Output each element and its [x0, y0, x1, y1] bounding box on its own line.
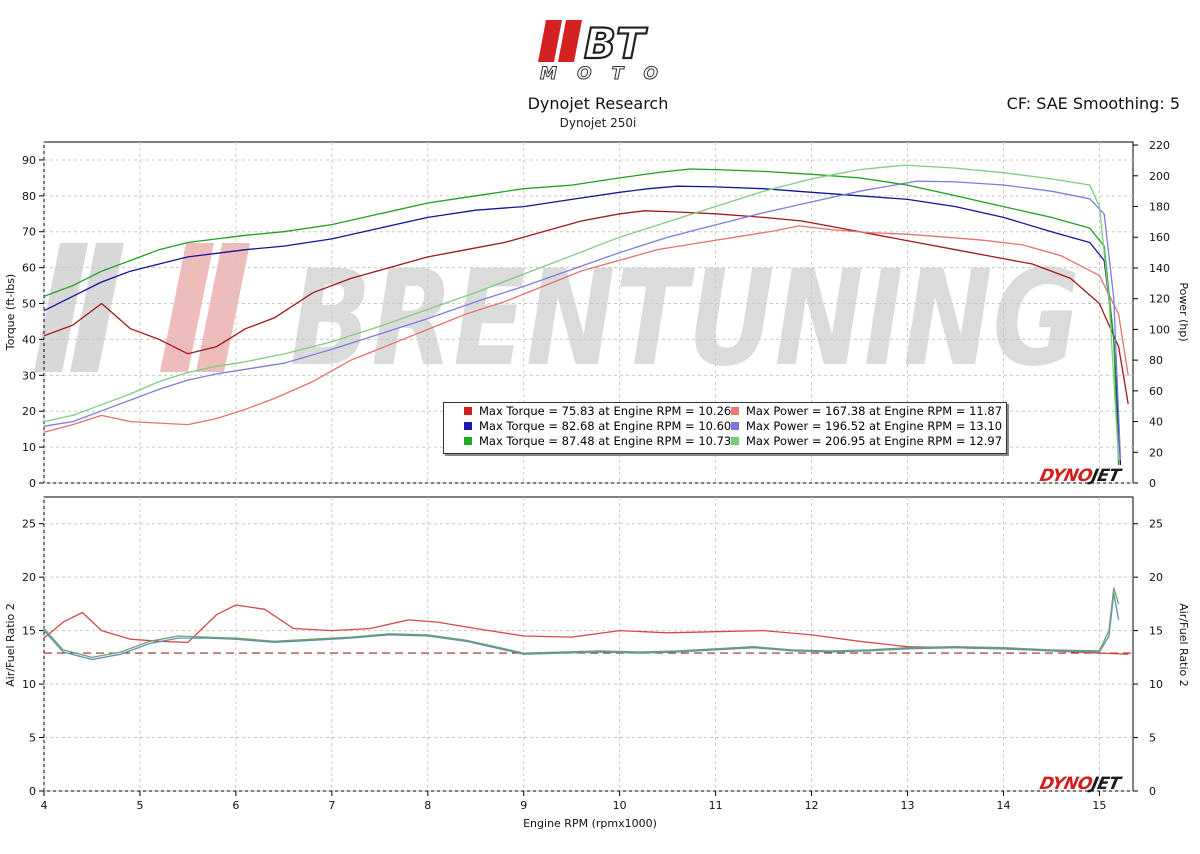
tick-label: 6	[232, 799, 239, 812]
torque-axis-ticks: 0 10 20 30 40 50 60 70 80 90	[22, 154, 44, 490]
legend-swatch	[731, 422, 739, 430]
tick-label: 8	[424, 799, 431, 812]
tick-label: 140	[1149, 262, 1170, 275]
legend-text: Max Torque = 87.48 at Engine RPM = 10.73	[479, 434, 732, 448]
tick-label: 5	[29, 732, 36, 745]
power-axis-ticks: 0 20 40 60 80 100 120 140 160 180 200 220	[1133, 139, 1170, 490]
tick-label: 0	[1149, 785, 1156, 798]
tick-label: 20	[22, 571, 36, 584]
tick-label: 60	[22, 262, 36, 275]
tick-label: 100	[1149, 323, 1170, 336]
legend-item: Max Torque = 82.68 at Engine RPM = 10.60	[464, 419, 731, 434]
legend-swatch	[464, 437, 472, 445]
tick-label: 4	[41, 799, 48, 812]
tick-label: 15	[22, 625, 36, 638]
legend-swatch	[464, 422, 472, 430]
watermark: BRENTUNING	[34, 242, 1080, 396]
tick-label: 0	[1149, 477, 1156, 490]
tick-label: 14	[996, 799, 1010, 812]
legend-swatch	[731, 407, 739, 415]
tick-label: 25	[22, 518, 36, 531]
legend-text: Max Power = 196.52 at Engine RPM = 13.10	[746, 419, 1003, 433]
afr-axis-ticks: 0 0 5 5 10 10 15 15 20 20 25 25	[22, 518, 1163, 798]
tick-label: 5	[136, 799, 143, 812]
tick-label: 0	[29, 477, 36, 490]
legend-swatch	[464, 407, 472, 415]
tick-label: 40	[22, 333, 36, 346]
legend-text: Max Power = 206.95 at Engine RPM = 12.97	[746, 434, 1003, 448]
tick-label: 50	[22, 298, 36, 311]
legend-item: Max Power = 167.38 at Engine RPM = 11.87	[731, 404, 1002, 419]
tick-label: 15	[1149, 625, 1163, 638]
tick-label: 25	[1149, 518, 1163, 531]
tick-label: 11	[709, 799, 723, 812]
bottom-grid	[43, 497, 1133, 792]
tick-label: 60	[1149, 385, 1163, 398]
tick-label: 180	[1149, 201, 1170, 214]
rpm-axis-label: Engine RPM (rpmx1000)	[523, 817, 657, 830]
dynojet-logo-bottom: DYNOJET	[1038, 774, 1122, 794]
power-axis-label: Power (hp)	[1177, 282, 1190, 341]
dynojet-logo-jet: JET	[1089, 774, 1122, 794]
afr-line-2	[43, 587, 1120, 659]
tick-label: 20	[1149, 571, 1163, 584]
tick-label: 20	[1149, 446, 1163, 459]
tick-label: 20	[22, 405, 36, 418]
tick-label: 10	[22, 678, 36, 691]
tick-label: 80	[1149, 354, 1163, 367]
dynojet-logo-dyno: DYNO	[1037, 466, 1094, 486]
tick-label: 80	[22, 190, 36, 203]
legend-item: Max Torque = 87.48 at Engine RPM = 10.73	[464, 434, 731, 449]
rpm-axis-ticks: 4 5 6 7 8 9 10 11 12 13 14 15	[41, 791, 1106, 812]
tick-label: 220	[1149, 139, 1170, 152]
tick-label: 90	[22, 154, 36, 167]
dynojet-logo-top: DYNOJET	[1038, 466, 1122, 486]
afr-axis-label-left: Air/Fuel Ratio 2	[4, 603, 17, 687]
legend-text: Max Torque = 82.68 at Engine RPM = 10.60	[479, 419, 732, 433]
dynojet-logo-jet: JET	[1089, 466, 1122, 486]
tick-label: 120	[1149, 293, 1170, 306]
tick-label: 10	[613, 799, 627, 812]
legend-item: Max Power = 206.95 at Engine RPM = 12.97	[731, 434, 1002, 449]
tick-label: 160	[1149, 231, 1170, 244]
tick-label: 200	[1149, 170, 1170, 183]
tick-label: 12	[805, 799, 819, 812]
legend-item: Max Power = 196.52 at Engine RPM = 13.10	[731, 419, 1002, 434]
tick-label: 7	[328, 799, 335, 812]
legend-item: Max Torque = 75.83 at Engine RPM = 10.26	[464, 404, 731, 419]
tick-label: 15	[1092, 799, 1106, 812]
dynojet-logo-dyno: DYNO	[1037, 774, 1094, 794]
tick-label: 5	[1149, 732, 1156, 745]
tick-label: 30	[22, 369, 36, 382]
legend-swatch	[731, 437, 739, 445]
legend-text: Max Torque = 75.83 at Engine RPM = 10.26	[479, 404, 732, 418]
tick-label: 0	[29, 785, 36, 798]
bottom-plot-frame	[43, 496, 1134, 792]
afr-axis-label-right: Air/Fuel Ratio 2	[1177, 603, 1190, 687]
tick-label: 10	[22, 441, 36, 454]
afr-series-lines	[43, 587, 1133, 661]
watermark-text: BRENTUNING	[290, 242, 1080, 396]
tick-label: 9	[520, 799, 527, 812]
torque-axis-label: Torque (ft-lbs)	[4, 274, 17, 351]
tick-label: 40	[1149, 416, 1163, 429]
tick-label: 13	[901, 799, 915, 812]
legend-text: Max Power = 167.38 at Engine RPM = 11.87	[746, 404, 1003, 418]
tick-label: 70	[22, 226, 36, 239]
legend: Max Torque = 75.83 at Engine RPM = 10.26…	[443, 402, 1007, 454]
tick-label: 10	[1149, 678, 1163, 691]
